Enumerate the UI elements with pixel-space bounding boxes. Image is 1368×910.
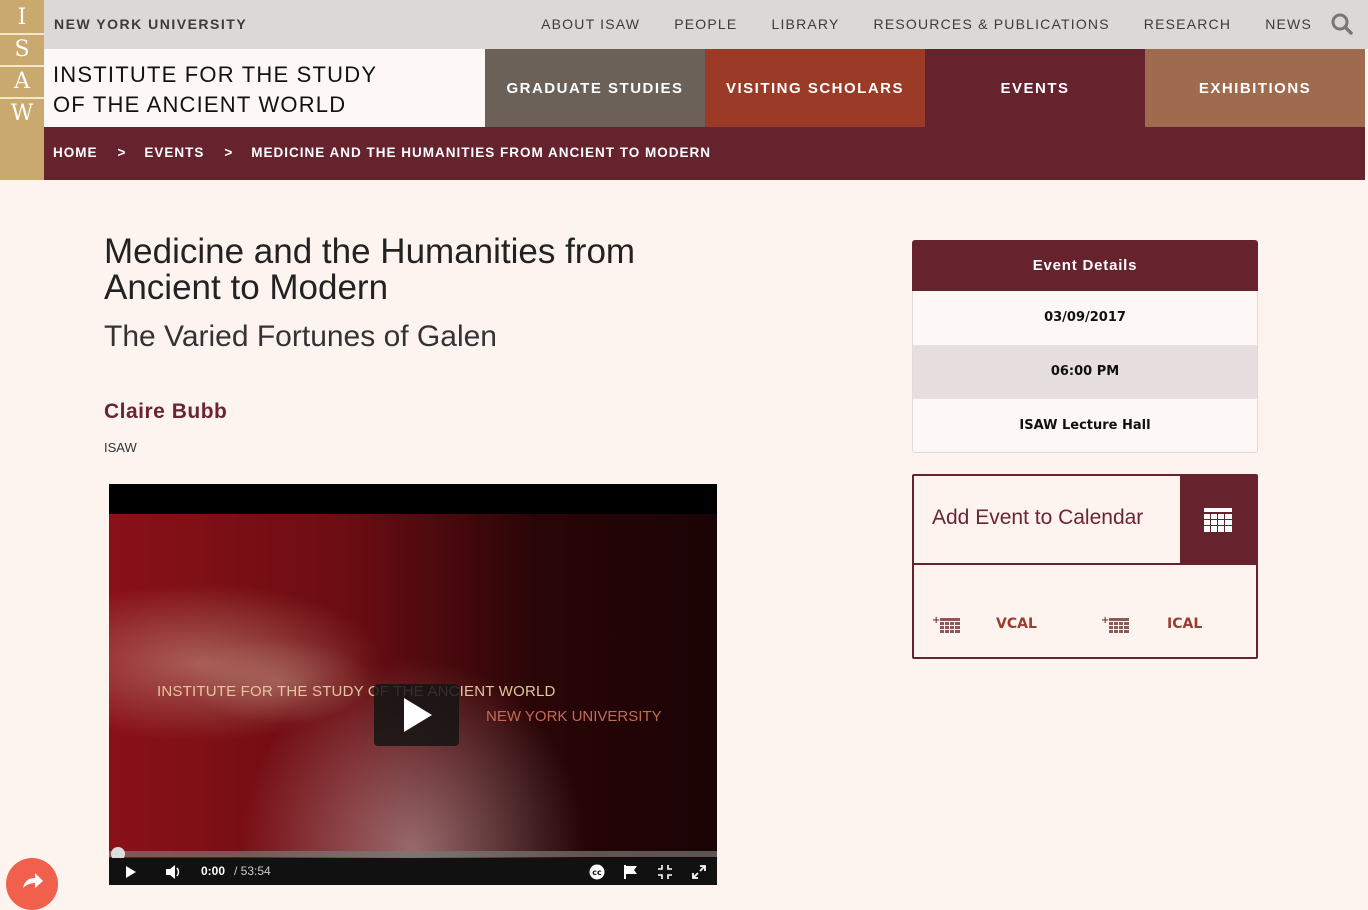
search-icon[interactable]: [1330, 12, 1354, 36]
video-overlay-title: INSTITUTE FOR THE STUDY OF THE ANCIENT W…: [157, 683, 556, 700]
event-details-panel: Event Details 03/09/2017 06:00 PM ISAW L…: [912, 240, 1258, 453]
logo-letter: W: [10, 101, 34, 126]
volume-icon[interactable]: [165, 864, 183, 883]
play-big-button[interactable]: [374, 684, 459, 746]
video-controls: 0:00 / 53:54 cc: [109, 858, 717, 885]
expand-icon[interactable]: [691, 864, 707, 883]
tab-visiting-scholars[interactable]: VISITING SCHOLARS: [705, 49, 925, 127]
nyu-link[interactable]: NEW YORK UNIVERSITY: [54, 16, 247, 32]
nav-resources-publications[interactable]: RESOURCES & PUBLICATIONS: [874, 16, 1110, 32]
progress-bar[interactable]: [109, 851, 717, 857]
nav-news[interactable]: NEWS: [1265, 16, 1312, 32]
video-overlay-subtitle: NEW YORK UNIVERSITY: [486, 708, 662, 725]
speaker-affiliation: ISAW: [104, 440, 137, 455]
top-nav: ABOUT ISAW PEOPLE LIBRARY RESOURCES & PU…: [507, 16, 1312, 32]
add-to-calendar-title: Add Event to Calendar: [932, 506, 1144, 529]
video-thumbnail: INSTITUTE FOR THE STUDY OF THE ANCIENT W…: [109, 514, 717, 885]
vcal-link[interactable]: VCAL: [996, 616, 1037, 632]
share-icon: [23, 873, 43, 888]
breadcrumb-separator: >: [117, 145, 127, 160]
logo-letter: I: [17, 5, 27, 30]
closed-captions-icon[interactable]: cc: [589, 864, 605, 883]
top-bar: NEW YORK UNIVERSITY ABOUT ISAW PEOPLE LI…: [44, 0, 1368, 49]
svg-text:+: +: [1101, 615, 1109, 626]
nav-about-isaw[interactable]: ABOUT ISAW: [541, 16, 640, 32]
divider: [914, 563, 1258, 565]
event-date: 03/09/2017: [912, 291, 1258, 345]
current-time: 0:00: [201, 864, 226, 878]
logo-letter: A: [14, 69, 30, 94]
isaw-logo[interactable]: I S A W: [0, 0, 44, 180]
tab-events[interactable]: EVENTS: [925, 49, 1145, 127]
event-location: ISAW Lecture Hall: [912, 399, 1258, 453]
site-title-line1: INSTITUTE FOR THE STUDY: [53, 62, 378, 87]
event-subtitle: The Varied Fortunes of Galen: [104, 320, 497, 353]
video-player[interactable]: INSTITUTE FOR THE STUDY OF THE ANCIENT W…: [109, 484, 717, 885]
event-title: Medicine and the Humanities from Ancient…: [104, 232, 636, 307]
calendar-icon: [1204, 508, 1232, 532]
breadcrumb-separator: >: [224, 145, 234, 160]
event-time: 06:00 PM: [912, 345, 1258, 399]
nav-research[interactable]: RESEARCH: [1144, 16, 1231, 32]
svg-text:+: +: [932, 615, 940, 626]
tab-graduate-studies[interactable]: GRADUATE STUDIES: [485, 49, 705, 127]
main-nav: GRADUATE STUDIES VISITING SCHOLARS EVENT…: [485, 49, 1365, 127]
add-to-calendar-panel: Add Event to Calendar + VCAL + ICAL: [912, 474, 1258, 659]
duration: / 53:54: [234, 864, 271, 878]
add-calendar-icon[interactable]: +: [932, 615, 962, 640]
nav-library[interactable]: LIBRARY: [771, 16, 839, 32]
logo-letter: S: [14, 37, 30, 62]
site-title[interactable]: INSTITUTE FOR THE STUDY OF THE ANCIENT W…: [44, 49, 485, 127]
svg-text:cc: cc: [592, 868, 602, 877]
breadcrumb-current: MEDICINE AND THE HUMANITIES FROM ANCIENT…: [251, 145, 712, 160]
tab-exhibitions[interactable]: EXHIBITIONS: [1145, 49, 1365, 127]
nav-people[interactable]: PEOPLE: [674, 16, 737, 32]
breadcrumb-events[interactable]: EVENTS: [144, 145, 204, 160]
calendar-icon-box: [1180, 476, 1256, 564]
breadcrumb-home[interactable]: HOME: [53, 145, 98, 160]
ical-link[interactable]: ICAL: [1167, 616, 1202, 632]
play-icon[interactable]: [125, 865, 137, 882]
fullscreen-scale-icon[interactable]: [657, 864, 673, 883]
speaker-name[interactable]: Claire Bubb: [104, 400, 227, 424]
add-calendar-icon[interactable]: +: [1101, 615, 1131, 640]
share-button[interactable]: [6, 858, 58, 910]
site-title-line2: OF THE ANCIENT WORLD: [53, 92, 347, 117]
event-details-heading: Event Details: [912, 240, 1258, 291]
breadcrumb: HOME > EVENTS > MEDICINE AND THE HUMANIT…: [44, 127, 1365, 180]
flag-icon[interactable]: [623, 864, 639, 883]
